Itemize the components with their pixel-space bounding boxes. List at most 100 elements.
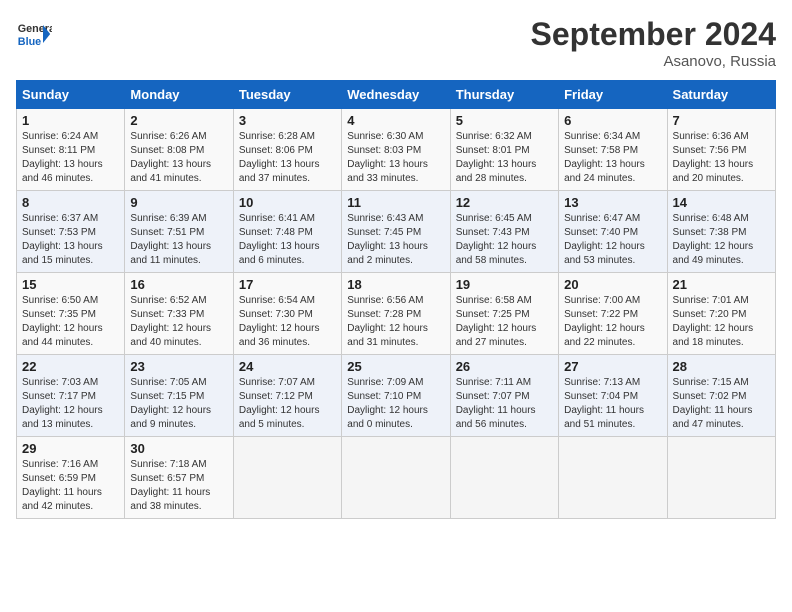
table-cell: 19 Sunrise: 6:58 AMSunset: 7:25 PMDayligh… — [450, 273, 558, 355]
day-number: 11 — [347, 195, 444, 210]
table-cell — [342, 437, 450, 519]
day-number: 9 — [130, 195, 227, 210]
table-cell: 8 Sunrise: 6:37 AMSunset: 7:53 PMDaylight… — [17, 191, 125, 273]
calendar-body: 1Sunrise: 6:24 AMSunset: 8:11 PMDaylight… — [17, 109, 776, 519]
day-number: 8 — [22, 195, 119, 210]
day-info: Sunrise: 7:13 AMSunset: 7:04 PMDaylight:… — [564, 376, 661, 432]
table-cell: 6 Sunrise: 6:34 AMSunset: 7:58 PMDaylight… — [559, 109, 667, 191]
table-cell: 21 Sunrise: 7:01 AMSunset: 7:20 PMDayligh… — [667, 273, 775, 355]
col-monday: Monday — [125, 81, 233, 109]
day-info: Sunrise: 6:50 AMSunset: 7:35 PMDaylight:… — [22, 294, 119, 350]
table-cell: 5Sunrise: 6:32 AMSunset: 8:01 PMDaylight… — [450, 109, 558, 191]
day-info: Sunrise: 7:16 AMSunset: 6:59 PMDaylight:… — [22, 458, 119, 514]
table-cell: 11 Sunrise: 6:43 AMSunset: 7:45 PMDayligh… — [342, 191, 450, 273]
day-info: Sunrise: 6:43 AMSunset: 7:45 PMDaylight:… — [347, 212, 444, 268]
day-number: 19 — [456, 277, 553, 292]
day-number: 16 — [130, 277, 227, 292]
day-info: Sunrise: 6:39 AMSunset: 7:51 PMDaylight:… — [130, 212, 227, 268]
day-info: Sunrise: 6:36 AMSunset: 7:56 PMDaylight:… — [673, 130, 770, 186]
table-cell: 30 Sunrise: 7:18 AMSunset: 6:57 PMDayligh… — [125, 437, 233, 519]
table-cell: 17 Sunrise: 6:54 AMSunset: 7:30 PMDayligh… — [233, 273, 341, 355]
day-number: 30 — [130, 441, 227, 456]
table-cell: 13Sunrise: 6:47 AMSunset: 7:40 PMDayligh… — [559, 191, 667, 273]
table-cell: 25 Sunrise: 7:09 AMSunset: 7:10 PMDayligh… — [342, 355, 450, 437]
day-info: Sunrise: 7:03 AMSunset: 7:17 PMDaylight:… — [22, 376, 119, 432]
header-row: Sunday Monday Tuesday Wednesday Thursday… — [17, 81, 776, 109]
day-info: Sunrise: 7:07 AMSunset: 7:12 PMDaylight:… — [239, 376, 336, 432]
page-header: General Blue September 2024 Asanovo, Rus… — [16, 16, 776, 70]
table-cell — [233, 437, 341, 519]
day-info: Sunrise: 7:09 AMSunset: 7:10 PMDaylight:… — [347, 376, 444, 432]
day-info: Sunrise: 6:58 AMSunset: 7:25 PMDaylight:… — [456, 294, 553, 350]
month-title: September 2024 — [531, 16, 776, 53]
day-number: 15 — [22, 277, 119, 292]
table-cell — [667, 437, 775, 519]
day-number: 22 — [22, 359, 119, 374]
day-info: Sunrise: 6:52 AMSunset: 7:33 PMDaylight:… — [130, 294, 227, 350]
day-number: 1 — [22, 113, 119, 128]
day-info: Sunrise: 6:54 AMSunset: 7:30 PMDaylight:… — [239, 294, 336, 350]
table-row: 15 Sunrise: 6:50 AMSunset: 7:35 PMDayligh… — [17, 273, 776, 355]
day-info: Sunrise: 6:34 AMSunset: 7:58 PMDaylight:… — [564, 130, 661, 186]
logo: General Blue — [16, 16, 52, 52]
table-cell — [559, 437, 667, 519]
day-info: Sunrise: 6:37 AMSunset: 7:53 PMDaylight:… — [22, 212, 119, 268]
col-wednesday: Wednesday — [342, 81, 450, 109]
day-number: 21 — [673, 277, 770, 292]
table-cell: 9 Sunrise: 6:39 AMSunset: 7:51 PMDaylight… — [125, 191, 233, 273]
table-cell: 27 Sunrise: 7:13 AMSunset: 7:04 PMDayligh… — [559, 355, 667, 437]
day-info: Sunrise: 6:30 AMSunset: 8:03 PMDaylight:… — [347, 130, 444, 186]
day-number: 17 — [239, 277, 336, 292]
svg-text:Blue: Blue — [18, 36, 41, 48]
col-thursday: Thursday — [450, 81, 558, 109]
day-number: 27 — [564, 359, 661, 374]
table-cell: 23Sunrise: 7:05 AMSunset: 7:15 PMDayligh… — [125, 355, 233, 437]
table-cell: 4 Sunrise: 6:30 AMSunset: 8:03 PMDaylight… — [342, 109, 450, 191]
day-info: Sunrise: 6:45 AMSunset: 7:43 PMDaylight:… — [456, 212, 553, 268]
day-number: 7 — [673, 113, 770, 128]
day-number: 6 — [564, 113, 661, 128]
table-cell: 15 Sunrise: 6:50 AMSunset: 7:35 PMDayligh… — [17, 273, 125, 355]
day-number: 2 — [130, 113, 227, 128]
day-info: Sunrise: 6:41 AMSunset: 7:48 PMDaylight:… — [239, 212, 336, 268]
table-row: 8 Sunrise: 6:37 AMSunset: 7:53 PMDaylight… — [17, 191, 776, 273]
day-info: Sunrise: 6:26 AMSunset: 8:08 PMDaylight:… — [130, 130, 227, 186]
table-cell: 18Sunrise: 6:56 AMSunset: 7:28 PMDayligh… — [342, 273, 450, 355]
day-number: 13 — [564, 195, 661, 210]
day-info: Sunrise: 7:00 AMSunset: 7:22 PMDaylight:… — [564, 294, 661, 350]
table-row: 1Sunrise: 6:24 AMSunset: 8:11 PMDaylight… — [17, 109, 776, 191]
day-number: 25 — [347, 359, 444, 374]
day-number: 24 — [239, 359, 336, 374]
day-info: Sunrise: 6:28 AMSunset: 8:06 PMDaylight:… — [239, 130, 336, 186]
table-row: 29 Sunrise: 7:16 AMSunset: 6:59 PMDayligh… — [17, 437, 776, 519]
day-number: 14 — [673, 195, 770, 210]
table-cell: 22 Sunrise: 7:03 AMSunset: 7:17 PMDayligh… — [17, 355, 125, 437]
day-number: 23 — [130, 359, 227, 374]
day-number: 20 — [564, 277, 661, 292]
day-info: Sunrise: 7:18 AMSunset: 6:57 PMDaylight:… — [130, 458, 227, 514]
table-cell: 28Sunrise: 7:15 AMSunset: 7:02 PMDayligh… — [667, 355, 775, 437]
table-row: 22 Sunrise: 7:03 AMSunset: 7:17 PMDayligh… — [17, 355, 776, 437]
col-sunday: Sunday — [17, 81, 125, 109]
day-number: 4 — [347, 113, 444, 128]
day-info: Sunrise: 6:32 AMSunset: 8:01 PMDaylight:… — [456, 130, 553, 186]
table-cell: 7 Sunrise: 6:36 AMSunset: 7:56 PMDaylight… — [667, 109, 775, 191]
day-info: Sunrise: 7:11 AMSunset: 7:07 PMDaylight:… — [456, 376, 553, 432]
day-number: 3 — [239, 113, 336, 128]
day-info: Sunrise: 7:01 AMSunset: 7:20 PMDaylight:… — [673, 294, 770, 350]
logo-icon: General Blue — [16, 16, 52, 52]
day-info: Sunrise: 6:48 AMSunset: 7:38 PMDaylight:… — [673, 212, 770, 268]
day-number: 10 — [239, 195, 336, 210]
table-cell: 26 Sunrise: 7:11 AMSunset: 7:07 PMDayligh… — [450, 355, 558, 437]
table-cell: 3 Sunrise: 6:28 AMSunset: 8:06 PMDaylight… — [233, 109, 341, 191]
table-cell: 24 Sunrise: 7:07 AMSunset: 7:12 PMDayligh… — [233, 355, 341, 437]
calendar-table: Sunday Monday Tuesday Wednesday Thursday… — [16, 80, 776, 519]
day-number: 26 — [456, 359, 553, 374]
day-number: 12 — [456, 195, 553, 210]
day-number: 29 — [22, 441, 119, 456]
location: Asanovo, Russia — [531, 53, 776, 70]
table-cell: 10 Sunrise: 6:41 AMSunset: 7:48 PMDayligh… — [233, 191, 341, 273]
table-cell — [450, 437, 558, 519]
col-friday: Friday — [559, 81, 667, 109]
day-number: 28 — [673, 359, 770, 374]
